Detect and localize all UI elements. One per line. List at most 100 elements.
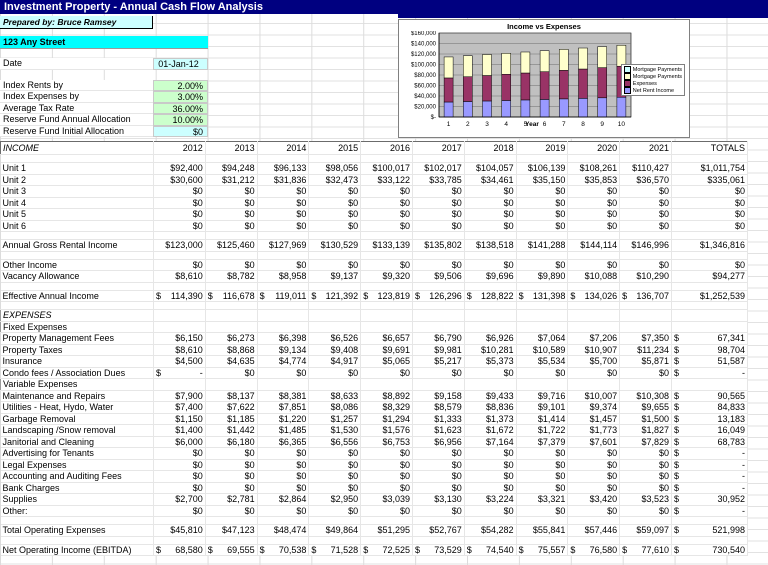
cell[interactable]: $0 bbox=[620, 220, 672, 232]
cell[interactable]: $6,526 bbox=[309, 333, 361, 345]
cell[interactable]: $0 bbox=[516, 209, 568, 221]
cell[interactable]: $0 bbox=[205, 471, 257, 483]
empty-cell[interactable] bbox=[361, 232, 413, 240]
cell[interactable]: $146,996 bbox=[620, 240, 672, 252]
empty-cell[interactable] bbox=[154, 232, 206, 240]
cell[interactable]: $0 bbox=[309, 186, 361, 198]
empty-cell[interactable] bbox=[309, 155, 361, 163]
expense-subheader[interactable]: Variable Expenses bbox=[1, 379, 154, 391]
empty-cell[interactable] bbox=[257, 251, 309, 259]
empty-cell[interactable] bbox=[257, 517, 309, 525]
empty-cell[interactable] bbox=[205, 232, 257, 240]
cell[interactable]: $0 bbox=[412, 448, 464, 460]
cell[interactable]: $5,534 bbox=[516, 356, 568, 368]
empty-cell[interactable] bbox=[309, 310, 361, 322]
cell[interactable]: $0 bbox=[620, 471, 672, 483]
cell[interactable]: $10,907 bbox=[568, 344, 620, 356]
empty-cell[interactable] bbox=[154, 321, 206, 333]
empty-cell[interactable] bbox=[620, 379, 672, 391]
cell[interactable]: $0 bbox=[205, 197, 257, 209]
cell[interactable]: $5,373 bbox=[464, 356, 516, 368]
total-cell[interactable]: $730,540 bbox=[671, 544, 747, 556]
cell[interactable]: $0 bbox=[516, 220, 568, 232]
year-header[interactable]: 2014 bbox=[257, 142, 309, 155]
cell[interactable]: $6,556 bbox=[309, 436, 361, 448]
cell[interactable]: $8,958 bbox=[257, 271, 309, 283]
cell[interactable]: $10,281 bbox=[464, 344, 516, 356]
cell[interactable]: $48,474 bbox=[257, 525, 309, 537]
empty-cell[interactable] bbox=[412, 251, 464, 259]
row-label[interactable]: Accounting and Auditing Fees bbox=[1, 471, 154, 483]
cell[interactable]: $5,700 bbox=[568, 356, 620, 368]
empty-cell[interactable] bbox=[205, 321, 257, 333]
cell[interactable]: $2,864 bbox=[257, 494, 309, 506]
date-label[interactable]: Date bbox=[0, 58, 153, 70]
cell[interactable]: $59,097 bbox=[620, 525, 672, 537]
cell[interactable]: $0 bbox=[620, 482, 672, 494]
cell[interactable]: $1,150 bbox=[154, 413, 206, 425]
empty-cell[interactable] bbox=[516, 251, 568, 259]
cell[interactable]: $0 bbox=[205, 448, 257, 460]
empty-cell[interactable] bbox=[309, 379, 361, 391]
cell[interactable]: $9,981 bbox=[412, 344, 464, 356]
empty-cell[interactable] bbox=[154, 251, 206, 259]
cell[interactable]: $0 bbox=[257, 220, 309, 232]
empty-cell[interactable] bbox=[412, 282, 464, 290]
cell[interactable]: $1,530 bbox=[309, 425, 361, 437]
cell[interactable]: $0 bbox=[412, 220, 464, 232]
cell[interactable]: $144,114 bbox=[568, 240, 620, 252]
cell[interactable]: $7,064 bbox=[516, 333, 568, 345]
cell[interactable]: $34,461 bbox=[464, 174, 516, 186]
cell[interactable]: $6,180 bbox=[205, 436, 257, 448]
cell[interactable]: $131,398 bbox=[516, 290, 568, 302]
cell[interactable]: $9,655 bbox=[620, 402, 672, 414]
cell[interactable]: $0 bbox=[309, 367, 361, 379]
cell[interactable]: $4,635 bbox=[205, 356, 257, 368]
expense-subheader[interactable]: Fixed Expenses bbox=[1, 321, 154, 333]
empty-cell[interactable] bbox=[1, 251, 154, 259]
param-label-tax-rate[interactable]: Average Tax Rate bbox=[0, 103, 153, 115]
empty-cell[interactable] bbox=[205, 155, 257, 163]
param-label-reserve-initial[interactable]: Reserve Fund Initial Allocation bbox=[0, 126, 153, 138]
empty-cell[interactable] bbox=[257, 310, 309, 322]
cell[interactable]: $5,871 bbox=[620, 356, 672, 368]
cell[interactable]: $0 bbox=[516, 186, 568, 198]
cell[interactable]: $0 bbox=[154, 448, 206, 460]
cell[interactable]: $10,308 bbox=[620, 390, 672, 402]
empty-cell[interactable] bbox=[361, 517, 413, 525]
cell[interactable]: $136,707 bbox=[620, 290, 672, 302]
cell[interactable]: $108,261 bbox=[568, 163, 620, 175]
empty-cell[interactable] bbox=[205, 310, 257, 322]
cell[interactable]: $8,836 bbox=[464, 402, 516, 414]
empty-cell[interactable] bbox=[361, 310, 413, 322]
cell[interactable]: $0 bbox=[257, 482, 309, 494]
empty-cell[interactable] bbox=[412, 310, 464, 322]
cell[interactable]: $0 bbox=[154, 505, 206, 517]
cell[interactable]: $0 bbox=[516, 471, 568, 483]
cell[interactable]: $126,296 bbox=[412, 290, 464, 302]
param-label-reserve-annual[interactable]: Reserve Fund Annual Allocation bbox=[0, 114, 153, 126]
cell[interactable]: $1,414 bbox=[516, 413, 568, 425]
cell[interactable]: $75,557 bbox=[516, 544, 568, 556]
cell[interactable]: $6,365 bbox=[257, 436, 309, 448]
cell[interactable]: $1,773 bbox=[568, 425, 620, 437]
empty-cell[interactable] bbox=[1, 536, 154, 544]
empty-cell[interactable] bbox=[154, 379, 206, 391]
cell[interactable]: $10,088 bbox=[568, 271, 620, 283]
cell[interactable]: $0 bbox=[412, 209, 464, 221]
cell[interactable]: $2,950 bbox=[309, 494, 361, 506]
cell[interactable]: $35,150 bbox=[516, 174, 568, 186]
year-header[interactable]: 2021 bbox=[620, 142, 672, 155]
cell[interactable]: $116,678 bbox=[205, 290, 257, 302]
cell[interactable]: $0 bbox=[361, 209, 413, 221]
total-cell[interactable]: $- bbox=[671, 505, 747, 517]
cell[interactable]: $55,841 bbox=[516, 525, 568, 537]
cell[interactable]: $9,696 bbox=[464, 271, 516, 283]
empty-cell[interactable] bbox=[412, 517, 464, 525]
cell[interactable]: $0 bbox=[464, 259, 516, 271]
param-label-index-expenses[interactable]: Index Expenses by bbox=[0, 91, 153, 103]
income-expenses-chart[interactable]: Income vs Expenses $-$20,000$40,000$60,0… bbox=[398, 19, 690, 138]
cell[interactable]: $8,868 bbox=[205, 344, 257, 356]
empty-cell[interactable] bbox=[309, 536, 361, 544]
cell[interactable]: $94,248 bbox=[205, 163, 257, 175]
